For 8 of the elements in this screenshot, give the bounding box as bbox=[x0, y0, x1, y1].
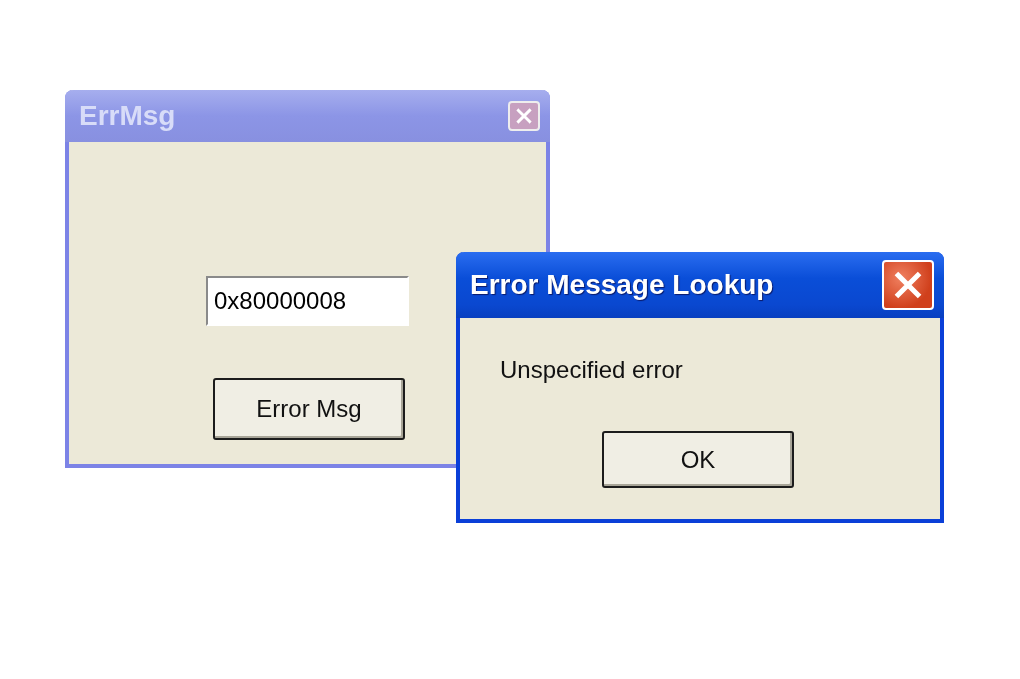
close-icon bbox=[516, 107, 532, 125]
error-msg-button[interactable]: Error Msg bbox=[213, 378, 405, 440]
ok-button[interactable]: OK bbox=[602, 431, 794, 488]
message-text: Unspecified error bbox=[500, 356, 683, 384]
input-field[interactable]: 0x80000008 bbox=[206, 276, 409, 326]
close-icon bbox=[894, 271, 922, 299]
window-title: Error Message Lookup bbox=[470, 269, 774, 301]
window-title: ErrMsg bbox=[79, 100, 176, 132]
